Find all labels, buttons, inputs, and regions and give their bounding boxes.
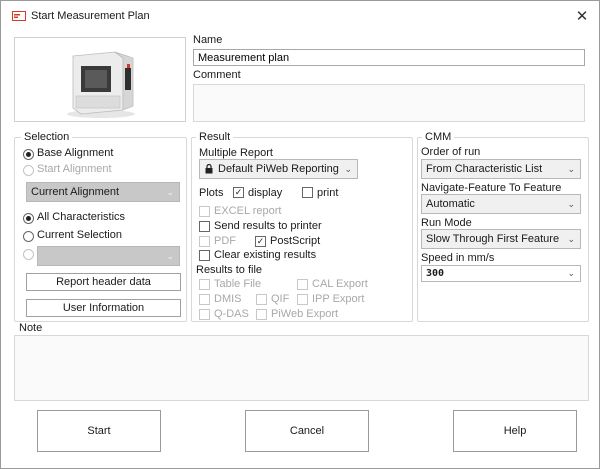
navigate-feature-select[interactable]: Automatic ⌄ [421,194,581,214]
lock-icon [205,164,213,174]
chevron-down-icon: ⌄ [567,234,575,244]
piweb-export-checkbox[interactable] [256,309,267,320]
clear-existing-checkbox[interactable] [199,250,210,261]
display-checkbox[interactable]: ✓ [233,187,244,198]
run-mode-select[interactable]: Slow Through First Feature ⌄ [421,229,581,249]
selection-group-title: Selection [21,131,73,143]
run-mode-label: Run Mode [421,217,472,229]
base-alignment-radio[interactable] [23,149,34,160]
chevron-down-icon: ⌄ [567,268,575,278]
order-of-run-label: Order of run [421,146,481,158]
run-mode-value: Slow Through First Feature [426,233,560,245]
start-alignment-label: Start Alignment [37,163,112,175]
cal-export-checkbox[interactable] [297,279,308,290]
print-label: print [317,187,339,199]
name-label: Name [193,34,223,46]
qdas-checkbox[interactable] [199,309,210,320]
help-button[interactable]: Help [453,410,577,452]
navigate-feature-value: Automatic [426,198,475,210]
qif-checkbox[interactable] [256,294,267,305]
plots-label: Plots [199,187,224,199]
all-characteristics-label: All Characteristics [37,211,126,223]
dmis-label: DMIS [214,293,242,305]
close-button[interactable]: ✕ [573,8,591,26]
ipp-export-checkbox[interactable] [297,294,308,305]
current-selection-radio[interactable] [23,231,34,242]
name-field[interactable] [193,49,585,66]
note-field[interactable] [14,335,589,401]
comment-label: Comment [193,69,241,81]
note-label: Note [19,322,43,334]
title-bar: Start Measurement Plan ✕ [1,1,599,31]
start-alignment-radio[interactable] [23,165,34,176]
current-selection-label: Current Selection [37,229,122,241]
comment-field[interactable] [193,84,585,122]
display-label: display [248,187,283,199]
postscript-checkbox[interactable]: ✓ [255,236,266,247]
report-header-data-button[interactable]: Report header data [26,273,181,291]
window-title: Start Measurement Plan [31,10,150,22]
postscript-label: PostScript [270,235,321,247]
navigate-feature-label: Navigate-Feature To Feature [421,182,562,194]
alignment-select[interactable]: Current Alignment ⌄ [26,182,180,202]
speed-label: Speed in mm/s [421,252,495,264]
piweb-export-label: PiWeb Export [271,308,339,320]
qif-label: QIF [271,293,290,305]
cal-export-label: CAL Export [312,278,368,290]
all-characteristics-radio[interactable] [23,213,34,224]
user-information-button[interactable]: User Information [26,299,181,317]
chevron-down-icon: ⌄ [166,187,174,197]
print-checkbox[interactable] [302,187,313,198]
multiple-report-label: Multiple Report [199,147,273,159]
cmm-machine-image [67,51,135,118]
speed-select[interactable]: 300 ⌄ [421,265,581,282]
qdas-label: Q-DAS [214,308,249,320]
result-group-title: Result [196,131,234,143]
chevron-down-icon: ⌄ [567,199,575,209]
alignment-select-value: Current Alignment [31,186,120,198]
measurement-plan-icon [12,11,26,21]
results-to-file-label: Results to file [196,264,263,276]
send-to-printer-label: Send results to printer [214,220,322,232]
cancel-button[interactable]: Cancel [245,410,369,452]
ipp-export-label: IPP Export [312,293,365,305]
start-button[interactable]: Start [37,410,161,452]
table-file-checkbox[interactable] [199,279,210,290]
clear-existing-label: Clear existing results [214,249,317,261]
multiple-report-value: Default PiWeb Reporting [218,163,339,175]
chevron-down-icon: ⌄ [344,164,352,174]
excel-report-checkbox[interactable] [199,206,210,217]
base-alignment-label: Base Alignment [37,147,114,159]
pdf-checkbox[interactable] [199,236,210,247]
table-file-label: Table File [214,278,262,290]
excel-report-label: EXCEL report [214,205,282,217]
dmis-checkbox[interactable] [199,294,210,305]
chevron-down-icon: ⌄ [567,164,575,174]
start-measurement-plan-dialog: Start Measurement Plan ✕ Name Comment Se… [0,0,600,469]
third-option-radio[interactable] [23,249,34,260]
cmm-group-title: CMM [422,131,455,143]
selection-select[interactable]: ⌄ [37,246,180,266]
order-of-run-select[interactable]: From Characteristic List ⌄ [421,159,581,179]
order-of-run-value: From Characteristic List [426,163,543,175]
machine-image-panel [14,37,186,122]
pdf-label: PDF [214,235,236,247]
send-to-printer-checkbox[interactable] [199,221,210,232]
chevron-down-icon: ⌄ [166,251,174,261]
speed-value: 300 [426,268,445,279]
multiple-report-select[interactable]: Default PiWeb Reporting ⌄ [199,159,358,179]
